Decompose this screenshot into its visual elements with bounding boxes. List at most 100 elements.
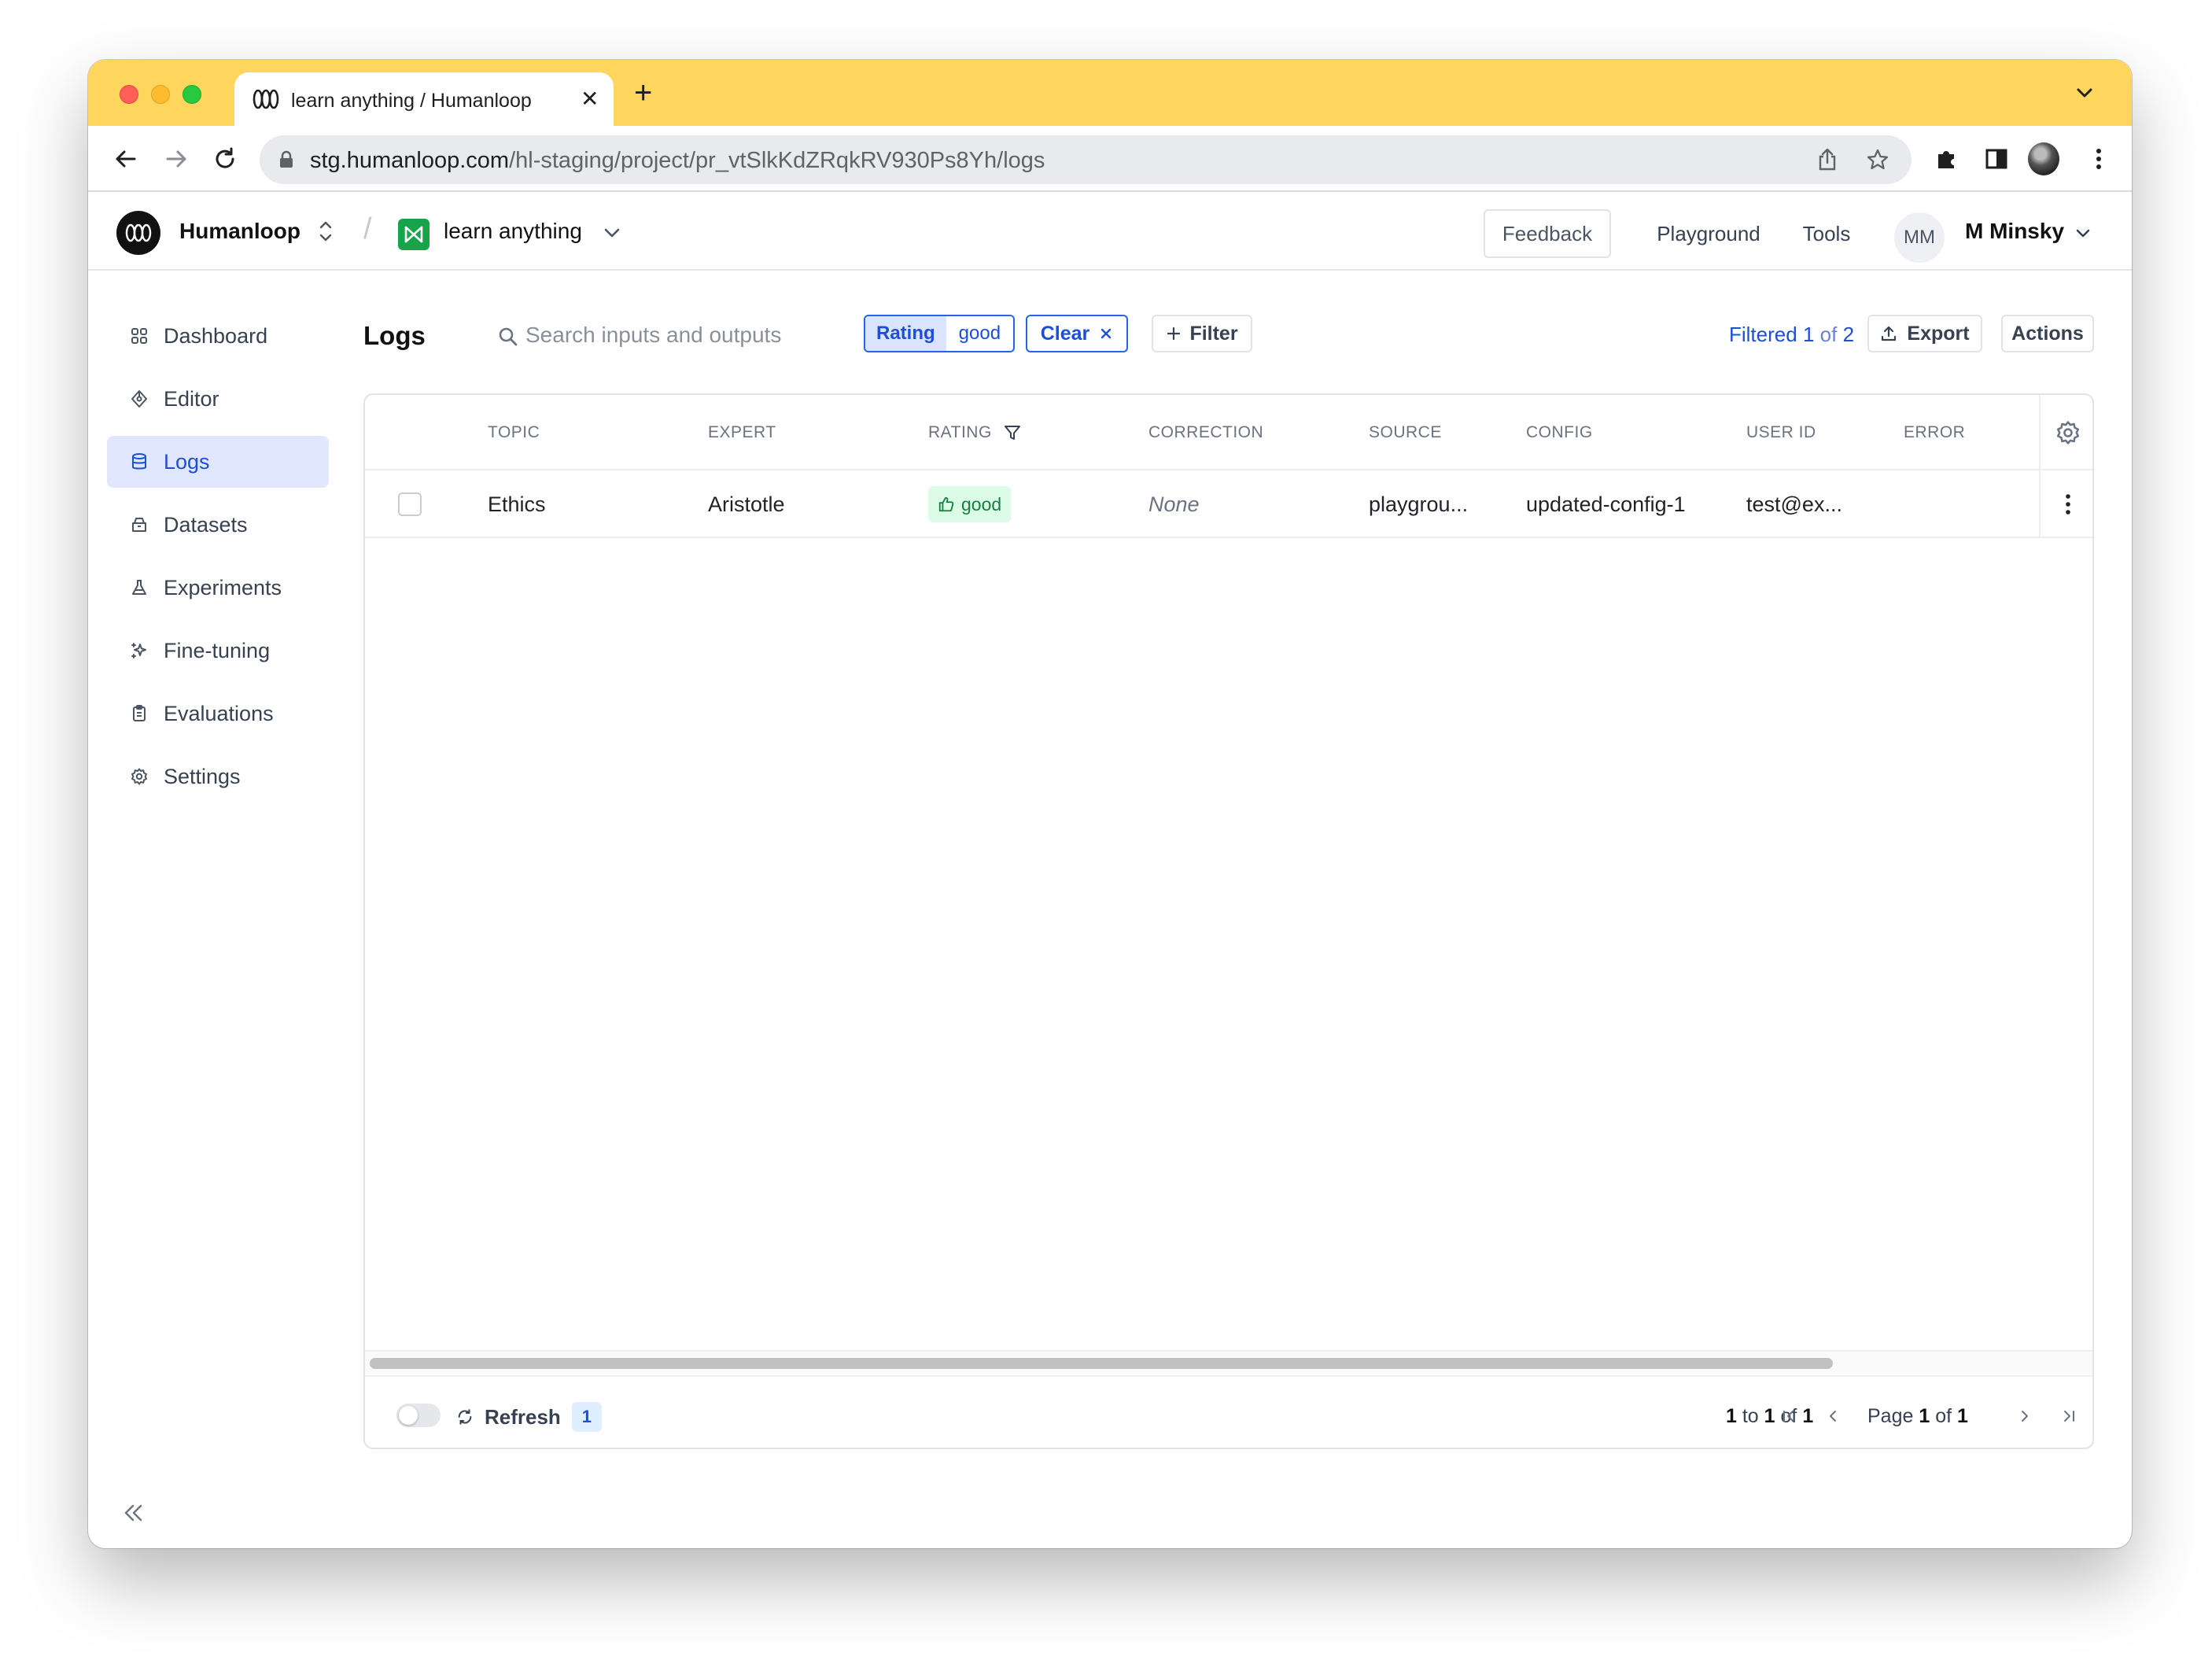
export-button[interactable]: Export <box>1867 315 1982 352</box>
browser-tab-active[interactable]: learn anything / Humanloop ✕ <box>234 72 614 126</box>
more-vertical-icon <box>2066 494 2070 515</box>
column-header-user-id[interactable]: USER ID <box>1746 423 1816 442</box>
sidebar-item-dashboard[interactable]: Dashboard <box>107 310 329 362</box>
url-host: stg.humanloop.com <box>310 148 510 173</box>
first-page-button[interactable] <box>1773 1400 1805 1432</box>
search-input[interactable] <box>525 316 840 354</box>
previous-page-button[interactable] <box>1817 1400 1849 1432</box>
playground-link[interactable]: Playground <box>1630 209 1787 258</box>
filter-funnel-icon[interactable] <box>1003 423 1022 442</box>
column-header-rating-label: RATING <box>928 423 992 441</box>
sidebar-item-logs[interactable]: Logs <box>107 436 329 488</box>
row-menu-button[interactable] <box>2039 470 2092 538</box>
column-header-correction[interactable]: CORRECTION <box>1148 423 1263 442</box>
forward-button[interactable] <box>160 143 192 175</box>
database-icon <box>129 452 149 472</box>
profile-avatar[interactable] <box>2028 142 2059 175</box>
sidebar-item-evaluations[interactable]: Evaluations <box>107 688 329 740</box>
sidebar-item-settings[interactable]: Settings <box>107 751 329 802</box>
horizontal-scrollbar[interactable] <box>365 1350 2092 1374</box>
actions-button[interactable]: Actions <box>2001 315 2094 352</box>
arrow-right-icon <box>166 150 186 168</box>
column-header-source[interactable]: SOURCE <box>1369 423 1442 442</box>
address-bar[interactable]: stg.humanloop.com/hl-staging/project/pr_… <box>260 135 1912 184</box>
rating-filter-chip[interactable]: Rating good <box>864 315 1016 352</box>
row-checkbox[interactable] <box>398 492 422 516</box>
flask-icon <box>129 577 149 598</box>
minimize-window-button[interactable] <box>151 85 170 104</box>
add-filter-button[interactable]: Filter <box>1152 315 1252 352</box>
column-header-error[interactable]: ERROR <box>1904 423 1965 442</box>
chevron-right-icon <box>2022 1411 2028 1422</box>
sidebar-item-editor[interactable]: Editor <box>107 373 329 425</box>
refresh-button[interactable]: Refresh 1 <box>456 1402 602 1432</box>
org-switcher-icon[interactable] <box>316 217 335 245</box>
back-button[interactable] <box>110 143 142 175</box>
refresh-label: Refresh <box>485 1404 561 1429</box>
table-row[interactable]: Ethics Aristotle good None playgrou... u… <box>365 470 2092 538</box>
sidebar-item-datasets[interactable]: Datasets <box>107 499 329 551</box>
humanloop-logo-icon[interactable] <box>116 211 160 255</box>
cell-source: playgrou... <box>1369 492 1469 516</box>
chevron-down-icon[interactable] <box>601 222 623 244</box>
column-header-config[interactable]: CONFIG <box>1526 423 1593 442</box>
project-name[interactable]: learn anything <box>444 219 582 244</box>
reload-icon <box>216 147 234 168</box>
column-settings-button[interactable] <box>2039 395 2092 470</box>
filter-chip-key: Rating <box>865 316 946 351</box>
gear-icon <box>129 766 149 787</box>
collapse-sidebar-icon[interactable] <box>120 1500 146 1526</box>
tab-search-chevron-icon[interactable] <box>2074 82 2096 104</box>
column-header-expert[interactable]: EXPERT <box>708 423 776 442</box>
feedback-button[interactable]: Feedback <box>1484 209 1611 258</box>
sidebar-item-label: Dashboard <box>164 323 268 348</box>
sidebar-item-experiments[interactable]: Experiments <box>107 562 329 614</box>
cell-user-id: test@ex... <box>1746 492 1842 516</box>
clear-filters-button[interactable]: Clear <box>1026 315 1128 352</box>
table-header: TOPIC EXPERT RATING CORRECTION SOURCE CO… <box>365 395 2092 470</box>
reload-button[interactable] <box>209 143 241 175</box>
plus-icon <box>1167 326 1181 341</box>
page-of-word: of <box>1935 1405 1952 1427</box>
export-label: Export <box>1907 322 1970 345</box>
share-page-icon[interactable] <box>1814 146 1841 173</box>
gear-icon <box>2056 421 2080 445</box>
user-name[interactable]: M Minsky <box>1965 219 2064 244</box>
bookmark-star-icon[interactable] <box>1864 146 1891 173</box>
user-menu-chevron-icon[interactable] <box>2072 222 2094 244</box>
filter-label: Filter <box>1189 322 1238 345</box>
extensions-puzzle-icon[interactable] <box>1930 143 1962 175</box>
chevron-last-icon <box>2064 1411 2074 1422</box>
scrollbar-thumb[interactable] <box>370 1358 1833 1369</box>
close-icon <box>1101 328 1112 339</box>
clear-label: Clear <box>1040 322 1090 345</box>
sidebar-item-label: Settings <box>164 764 241 788</box>
browser-window: learn anything / Humanloop ✕ + stg.human… <box>88 60 2132 1548</box>
sidebar-item-fine-tuning[interactable]: Fine-tuning <box>107 625 329 677</box>
last-page-button[interactable] <box>2053 1400 2085 1432</box>
table-footer: Refresh 1 1 to 1 of 1 Page 1 of 1 <box>365 1375 2092 1448</box>
column-header-topic[interactable]: TOPIC <box>488 423 540 442</box>
next-page-button[interactable] <box>2009 1400 2041 1432</box>
user-avatar[interactable]: MM <box>1894 212 1945 263</box>
refresh-icon <box>458 1409 472 1425</box>
tools-link[interactable]: Tools <box>1779 209 1874 258</box>
org-name[interactable]: Humanloop <box>179 219 300 244</box>
humanloop-favicon-icon <box>253 89 279 109</box>
new-tab-button[interactable]: + <box>634 77 652 109</box>
cell-config: updated-config-1 <box>1526 492 1686 516</box>
maximize-window-button[interactable] <box>182 85 201 104</box>
close-window-button[interactable] <box>120 85 138 104</box>
datasets-icon <box>129 515 149 535</box>
arrow-left-icon <box>116 150 136 168</box>
filtered-total: 2 <box>1842 323 1855 346</box>
sidebar-item-label: Fine-tuning <box>164 638 271 662</box>
cell-topic: Ethics <box>488 492 546 516</box>
browser-menu-icon[interactable] <box>2083 143 2114 175</box>
close-tab-icon[interactable]: ✕ <box>581 87 599 112</box>
side-panel-icon[interactable] <box>1981 143 2012 175</box>
cell-correction: None <box>1148 492 1200 516</box>
column-header-rating[interactable]: RATING <box>928 423 1022 442</box>
upload-icon <box>1882 326 1897 341</box>
auto-refresh-toggle[interactable] <box>396 1404 441 1427</box>
